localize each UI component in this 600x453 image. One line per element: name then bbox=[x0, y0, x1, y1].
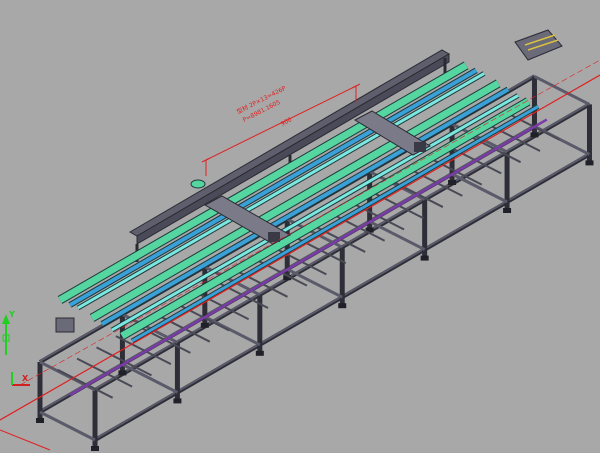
frame-foot bbox=[530, 132, 539, 138]
cad-model-viewport[interactable]: 900 型材 2P×13=426P P=8981.1605 Y X bbox=[0, 0, 600, 453]
frame-foot bbox=[585, 160, 594, 166]
carriage-motor-left bbox=[268, 232, 280, 242]
rail-front-end-block bbox=[55, 317, 75, 333]
frame-foot bbox=[118, 370, 127, 376]
rail-roller-end bbox=[190, 179, 206, 189]
frame-foot bbox=[338, 303, 347, 309]
frame-foot bbox=[255, 350, 264, 356]
frame-foot bbox=[503, 208, 512, 213]
frame-foot bbox=[36, 418, 44, 423]
frame-foot bbox=[200, 322, 209, 328]
ucs-y-label: Y bbox=[8, 310, 15, 319]
frame-foot bbox=[420, 255, 429, 261]
ucs-x-label: X bbox=[22, 374, 29, 383]
frame-foot bbox=[91, 446, 99, 451]
frame-foot bbox=[173, 398, 182, 404]
frame-foot bbox=[448, 180, 457, 185]
carriage-motor-right bbox=[414, 142, 426, 152]
conveyor-3d-model[interactable]: 900 型材 2P×13=426P P=8981.1605 Y X bbox=[0, 0, 600, 453]
